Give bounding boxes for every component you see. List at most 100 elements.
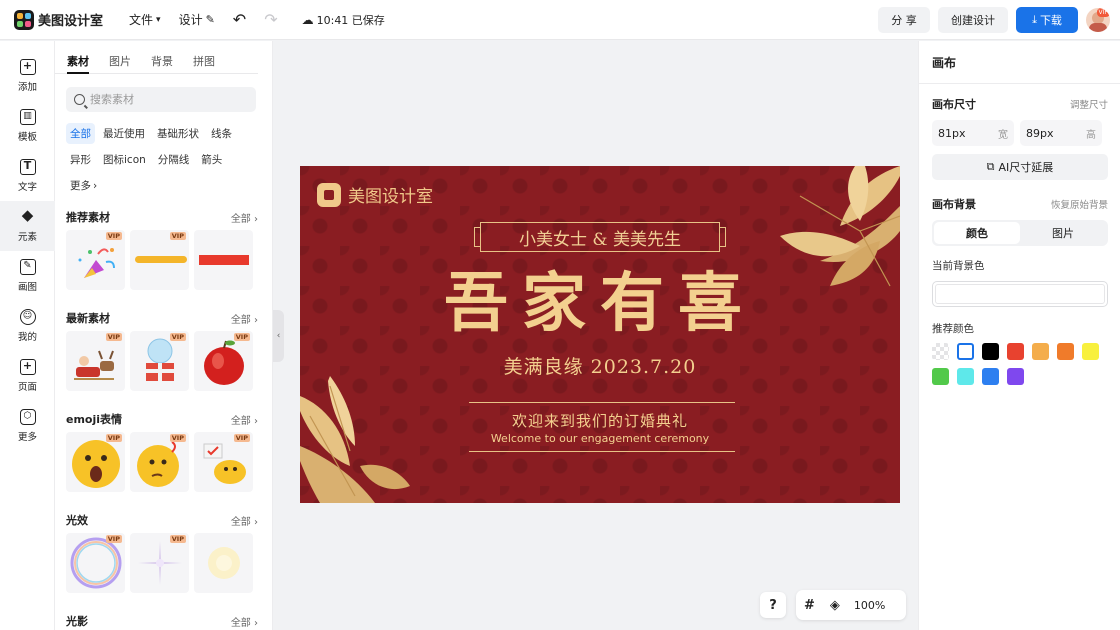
height-field[interactable]: 89px 高	[1020, 120, 1102, 146]
thinking-emoji-thumb[interactable]: VIP	[130, 432, 189, 492]
element-icon: ◆	[21, 206, 34, 224]
divider-top	[469, 402, 735, 403]
yellow-stroke-thumb[interactable]: VIP	[130, 230, 189, 290]
welcome-chinese: 欢迎来到我们的订婚典礼	[511, 412, 688, 430]
red-bar-shape	[199, 255, 249, 265]
chevron-right-icon: ›	[93, 179, 98, 192]
canvas-bg-label: 画布背景	[932, 198, 976, 211]
section-title: 光影	[66, 615, 88, 628]
menu-file[interactable]: 文件 ▾	[129, 11, 161, 28]
apple-thumb[interactable]: VIP	[194, 331, 253, 391]
design-canvas[interactable]: 美图设计室 小美女士 & 美美先生 吾家有喜 美满良缘 2023.7.20 欢迎…	[300, 166, 900, 503]
download-label: 下载	[1039, 14, 1062, 27]
chick-emoji-thumb[interactable]: VIP	[194, 432, 253, 492]
section-shadow: 光影 全部 ›	[66, 611, 258, 630]
logo-icon	[14, 9, 34, 30]
section-all-link[interactable]: 全部 ›	[231, 614, 258, 629]
rail-template[interactable]: ▥ 模板	[0, 101, 55, 151]
width-field[interactable]: 81px 宽	[932, 120, 1014, 146]
bg-type-toggle: 颜色 图片	[932, 220, 1108, 246]
download-button[interactable]: ⤓ 下载	[1016, 7, 1078, 33]
current-bg-label: 当前背景色	[932, 260, 985, 272]
help-button[interactable]: ?	[760, 592, 786, 618]
welcome-english: Welcome to our engagement ceremony	[490, 432, 710, 445]
bg-type-color[interactable]: 颜色	[934, 222, 1020, 244]
tab-backgrounds[interactable]: 背景	[151, 53, 173, 74]
avatar[interactable]: VIP	[1086, 8, 1110, 32]
filter-more-label: 更多	[70, 180, 91, 192]
rail-mine[interactable]: ☺ 我的	[0, 301, 55, 351]
zoom-level[interactable]: 100%	[854, 599, 885, 612]
tab-materials[interactable]: 素材	[67, 53, 89, 74]
red-bar-thumb[interactable]	[194, 230, 253, 290]
section-all-link[interactable]: 全部 ›	[231, 311, 258, 326]
filter-recent[interactable]: 最近使用	[99, 123, 149, 144]
rail-more[interactable]: ⬡ 更多	[0, 401, 55, 451]
filter-dividers[interactable]: 分隔线	[154, 149, 194, 170]
top-bar: 美图设计室 文件 ▾ 设计 ✎ ↶ ↷ ☁ 10:41 已保存 分 享 创建设计…	[0, 0, 1120, 40]
sleigh-thumb[interactable]: VIP	[66, 331, 125, 391]
color-swatch[interactable]	[932, 368, 949, 385]
bg-type-image[interactable]: 图片	[1020, 222, 1106, 244]
color-swatch[interactable]	[982, 343, 999, 360]
filter-irregular[interactable]: 异形	[66, 149, 95, 170]
color-swatch[interactable]	[957, 343, 974, 360]
snow-globe-thumb[interactable]: VIP	[130, 331, 189, 391]
filter-lines[interactable]: 线条	[207, 123, 236, 144]
section-all-link[interactable]: 全部 ›	[231, 412, 258, 427]
yellow-brush-shape	[135, 256, 187, 263]
vip-tag: VIP	[233, 333, 250, 341]
share-button[interactable]: 分 享	[878, 7, 930, 33]
party-popper-thumb[interactable]: VIP	[66, 230, 125, 290]
layers-icon[interactable]: ◈	[830, 598, 840, 613]
redo-icon[interactable]: ↷	[264, 10, 277, 29]
more-icon: ⬡	[19, 409, 36, 425]
rail-mine-label: 我的	[17, 332, 37, 343]
section-title: 推荐素材	[66, 211, 110, 224]
asset-panel: 素材 图片 背景 拼图 全部 最近使用 基础形状 线条 异形 图标icon 分隔…	[55, 41, 273, 630]
filter-arrows[interactable]: 箭头	[197, 149, 226, 170]
resize-link[interactable]: 调整尺寸	[1070, 97, 1108, 111]
glow-thumb[interactable]	[194, 533, 253, 593]
rail-draw[interactable]: ✎ 画图	[0, 251, 55, 301]
current-bg-color-picker[interactable]	[932, 281, 1108, 307]
app-logo[interactable]: 美图设计室	[14, 9, 103, 30]
menu-file-label: 文件	[129, 13, 154, 27]
scared-emoji-thumb[interactable]: VIP	[66, 432, 125, 492]
rail-add[interactable]: + 添加	[0, 51, 55, 101]
color-swatch[interactable]	[957, 368, 974, 385]
design-logo: 美图设计室	[317, 182, 433, 207]
rail-more-label: 更多	[17, 432, 37, 443]
color-swatch[interactable]	[1057, 343, 1074, 360]
grid-icon[interactable]: #	[804, 598, 815, 613]
bubble-thumb[interactable]: VIP	[66, 533, 125, 593]
filter-all[interactable]: 全部	[66, 123, 95, 144]
search-input[interactable]	[90, 93, 240, 106]
recommended-colors-label: 推荐颜色	[932, 323, 974, 335]
filter-icons[interactable]: 图标icon	[99, 149, 150, 170]
restore-bg-link[interactable]: 恢复原始背景	[1051, 197, 1108, 211]
filter-shapes[interactable]: 基础形状	[153, 123, 203, 144]
sparkle-thumb[interactable]: VIP	[130, 533, 189, 593]
color-swatch[interactable]	[1032, 343, 1049, 360]
color-swatch[interactable]	[1082, 343, 1099, 360]
tab-collage[interactable]: 拼图	[193, 53, 215, 74]
section-all-label: 全部	[230, 415, 251, 427]
collapse-panel-button[interactable]: ‹	[273, 310, 284, 362]
ai-resize-button[interactable]: ⧉ AI尺寸延展	[932, 154, 1108, 180]
rail-text[interactable]: T 文字	[0, 151, 55, 201]
color-swatch[interactable]	[932, 343, 949, 360]
undo-icon[interactable]: ↶	[233, 10, 246, 29]
tab-images[interactable]: 图片	[109, 53, 131, 74]
color-swatch[interactable]	[982, 368, 999, 385]
design-date-line: 美满良缘 2023.7.20	[503, 356, 697, 378]
rail-element[interactable]: ◆ 元素	[0, 201, 55, 251]
rail-page[interactable]: + 页面	[0, 351, 55, 401]
section-all-link[interactable]: 全部 ›	[231, 210, 258, 225]
menu-design[interactable]: 设计 ✎	[179, 11, 215, 28]
color-swatch[interactable]	[1007, 343, 1024, 360]
color-swatch[interactable]	[1007, 368, 1024, 385]
create-design-button[interactable]: 创建设计	[938, 7, 1008, 33]
section-all-link[interactable]: 全部 ›	[231, 513, 258, 528]
filter-more[interactable]: 更多 ›	[66, 175, 101, 196]
